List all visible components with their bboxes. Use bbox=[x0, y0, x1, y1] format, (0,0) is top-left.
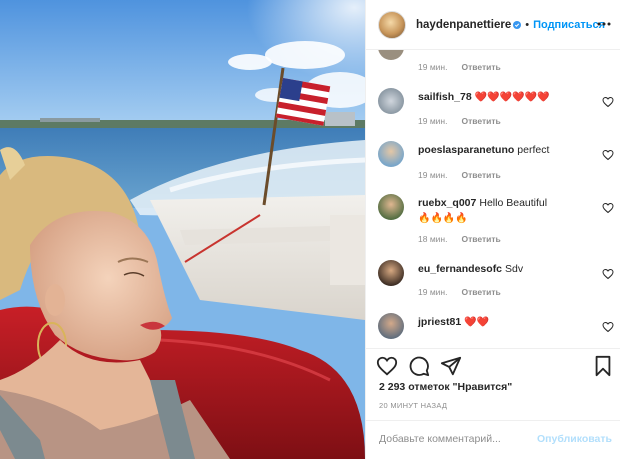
commenter-username[interactable]: jpriest81 bbox=[418, 316, 461, 328]
comment-meta: 19 мин. Ответить bbox=[418, 62, 501, 72]
likes-count[interactable]: 2 293 отметок "Нравится" bbox=[379, 381, 512, 393]
reply-button[interactable]: Ответить bbox=[461, 287, 500, 297]
heart-emoji: ❤️❤️❤️❤️❤️❤️ bbox=[474, 92, 550, 103]
comment-meta: 18 мин. Ответить bbox=[418, 234, 501, 244]
comment-text: ruebx_q007 Hello Beautiful 🔥🔥🔥🔥 bbox=[418, 196, 596, 226]
comment-text: eu_fernandesofc Sdv bbox=[418, 262, 596, 277]
like-comment-icon[interactable] bbox=[602, 321, 614, 333]
verified-badge-icon bbox=[513, 20, 522, 29]
comment-meta: 19 мин. Ответить bbox=[418, 170, 501, 180]
author-avatar[interactable] bbox=[378, 10, 406, 39]
post-sidebar: haydenpanettiere • Подписаться 19 мин. От… bbox=[365, 0, 620, 459]
reply-button[interactable]: Ответить bbox=[461, 170, 500, 180]
comment-icon[interactable] bbox=[408, 355, 430, 377]
comments-list[interactable]: 19 мин. Ответить sailfish_78 ❤️❤️❤️❤️❤️❤️ … bbox=[366, 50, 620, 348]
commenter-avatar[interactable] bbox=[378, 141, 404, 167]
reply-button[interactable]: Ответить bbox=[461, 234, 500, 244]
comment-text: poeslasparanetuno perfect bbox=[418, 143, 596, 158]
header-separator: • bbox=[525, 18, 530, 31]
commenter-username[interactable]: sailfish_78 bbox=[418, 91, 472, 103]
comment-content: perfect bbox=[517, 144, 550, 156]
commenter-avatar[interactable] bbox=[378, 260, 404, 286]
post-header: haydenpanettiere • Подписаться bbox=[366, 0, 620, 50]
more-options-icon[interactable] bbox=[597, 17, 611, 31]
comment-time: 18 мин. bbox=[418, 234, 448, 244]
commenter-username[interactable]: ruebx_q007 bbox=[418, 197, 476, 209]
like-comment-icon[interactable] bbox=[602, 202, 614, 214]
commenter-username[interactable]: eu_fernandesofc bbox=[418, 263, 502, 275]
comment-meta: 19 мин. Ответить bbox=[418, 116, 501, 126]
commenter-avatar[interactable] bbox=[378, 313, 404, 339]
post-photo[interactable] bbox=[0, 0, 365, 459]
reply-button[interactable]: Ответить bbox=[461, 62, 500, 72]
follow-button[interactable]: Подписаться bbox=[533, 19, 605, 31]
post-timestamp[interactable]: 20 МИНУТ НАЗАД bbox=[379, 401, 447, 410]
like-comment-icon[interactable] bbox=[602, 96, 614, 108]
commenter-username[interactable]: poeslasparanetuno bbox=[418, 144, 514, 156]
comment-time: 19 мин. bbox=[418, 116, 448, 126]
share-icon[interactable] bbox=[440, 355, 462, 377]
commenter-avatar[interactable] bbox=[378, 194, 404, 220]
comment-time: 19 мин. bbox=[418, 62, 448, 72]
comment-meta: 19 мин. Ответить bbox=[418, 287, 501, 297]
save-icon[interactable] bbox=[592, 355, 614, 377]
post-comment-button[interactable]: Опубликовать bbox=[537, 433, 612, 445]
comment-content: Hello Beautiful bbox=[479, 197, 548, 209]
comment-content: Sdv bbox=[505, 263, 524, 275]
comment-time: 19 мин. bbox=[418, 170, 448, 180]
like-comment-icon[interactable] bbox=[602, 149, 614, 161]
photo-scene bbox=[0, 0, 365, 459]
comment-input[interactable] bbox=[379, 433, 529, 445]
like-comment-icon[interactable] bbox=[602, 268, 614, 280]
add-comment-bar: Опубликовать bbox=[366, 420, 620, 459]
fire-emoji: 🔥🔥🔥🔥 bbox=[418, 213, 468, 224]
comment-time: 19 мин. bbox=[418, 287, 448, 297]
reply-button[interactable]: Ответить bbox=[461, 116, 500, 126]
comment-text: jpriest81 ❤️❤️ bbox=[418, 315, 596, 330]
commenter-avatar[interactable] bbox=[378, 50, 404, 60]
like-icon[interactable] bbox=[376, 355, 398, 377]
heart-emoji: ❤️❤️ bbox=[464, 317, 490, 328]
comment-text: sailfish_78 ❤️❤️❤️❤️❤️❤️ bbox=[418, 90, 596, 105]
post-actions: 2 293 отметок "Нравится" 20 МИНУТ НАЗАД bbox=[366, 348, 620, 426]
author-username[interactable]: haydenpanettiere bbox=[416, 19, 511, 31]
commenter-avatar[interactable] bbox=[378, 88, 404, 114]
